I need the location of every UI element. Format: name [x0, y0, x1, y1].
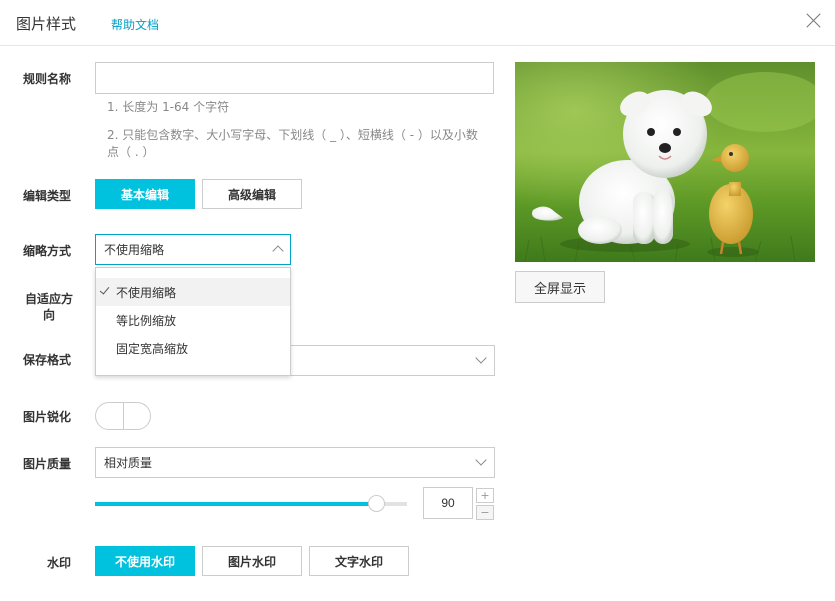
quality-slider[interactable] [95, 495, 407, 512]
rule-name-label: 规则名称 [23, 72, 72, 86]
quality-slider-handle[interactable] [368, 495, 385, 512]
quality-number-input[interactable] [423, 487, 473, 519]
check-icon [99, 284, 110, 295]
thumbnail-mode-dropdown: 不使用缩略 等比例缩放 固定宽高缩放 [95, 267, 291, 376]
dropdown-option-label: 等比例缩放 [116, 313, 177, 328]
decrement-button[interactable]: − [476, 505, 494, 520]
help-docs-link[interactable]: 帮助文档 [111, 16, 159, 33]
sharpen-toggle[interactable] [95, 402, 151, 430]
dropdown-option-label: 固定宽高缩放 [116, 341, 189, 356]
quality-value: 相对质量 [104, 456, 153, 470]
basic-edit-button[interactable]: 基本编辑 [95, 179, 195, 209]
sharpen-label: 图片锐化 [23, 410, 72, 424]
dropdown-option-proportional[interactable]: 等比例缩放 [96, 306, 290, 334]
image-watermark-button[interactable]: 图片水印 [202, 546, 302, 576]
chevron-down-icon [475, 454, 487, 466]
thumbnail-mode-value: 不使用缩略 [104, 243, 165, 257]
dialog-title: 图片样式 [16, 15, 77, 33]
advanced-edit-button[interactable]: 高级编辑 [202, 179, 302, 209]
rule-name-hint-chars: 2. 只能包含数字、大小写字母、下划线（ _ ）、短横线（ - ）以及小数点（ … [107, 128, 478, 159]
thumbnail-mode-select[interactable]: 不使用缩略 [95, 234, 291, 265]
preview-image [515, 62, 815, 262]
thumbnail-mode-label: 缩略方式 [23, 244, 72, 258]
dropdown-option-label: 不使用缩略 [116, 285, 177, 300]
chevron-up-icon [272, 245, 284, 257]
no-watermark-button[interactable]: 不使用水印 [95, 546, 195, 576]
adaptive-direction-label: 自适应方向 [24, 292, 73, 322]
fullscreen-button[interactable]: 全屏显示 [515, 271, 605, 303]
chevron-down-icon [475, 352, 487, 364]
dropdown-option-fixed-size[interactable]: 固定宽高缩放 [96, 334, 290, 362]
dialog-header: 图片样式 帮助文档 [0, 0, 835, 46]
text-watermark-button[interactable]: 文字水印 [309, 546, 409, 576]
edit-type-label: 编辑类型 [23, 189, 72, 203]
quality-slider-fill [95, 502, 376, 506]
rule-name-input[interactable] [95, 62, 494, 94]
rule-name-hint-length: 1. 长度为 1-64 个字符 [107, 100, 230, 114]
increment-button[interactable]: + [476, 488, 494, 503]
dropdown-option-no-thumbnail[interactable]: 不使用缩略 [96, 278, 290, 306]
puppy-duckling-photo [515, 62, 815, 262]
quality-select[interactable]: 相对质量 [95, 447, 495, 478]
quality-label: 图片质量 [23, 457, 72, 471]
close-icon[interactable] [806, 12, 822, 28]
save-format-label: 保存格式 [23, 353, 72, 367]
watermark-label: 水印 [47, 556, 72, 570]
